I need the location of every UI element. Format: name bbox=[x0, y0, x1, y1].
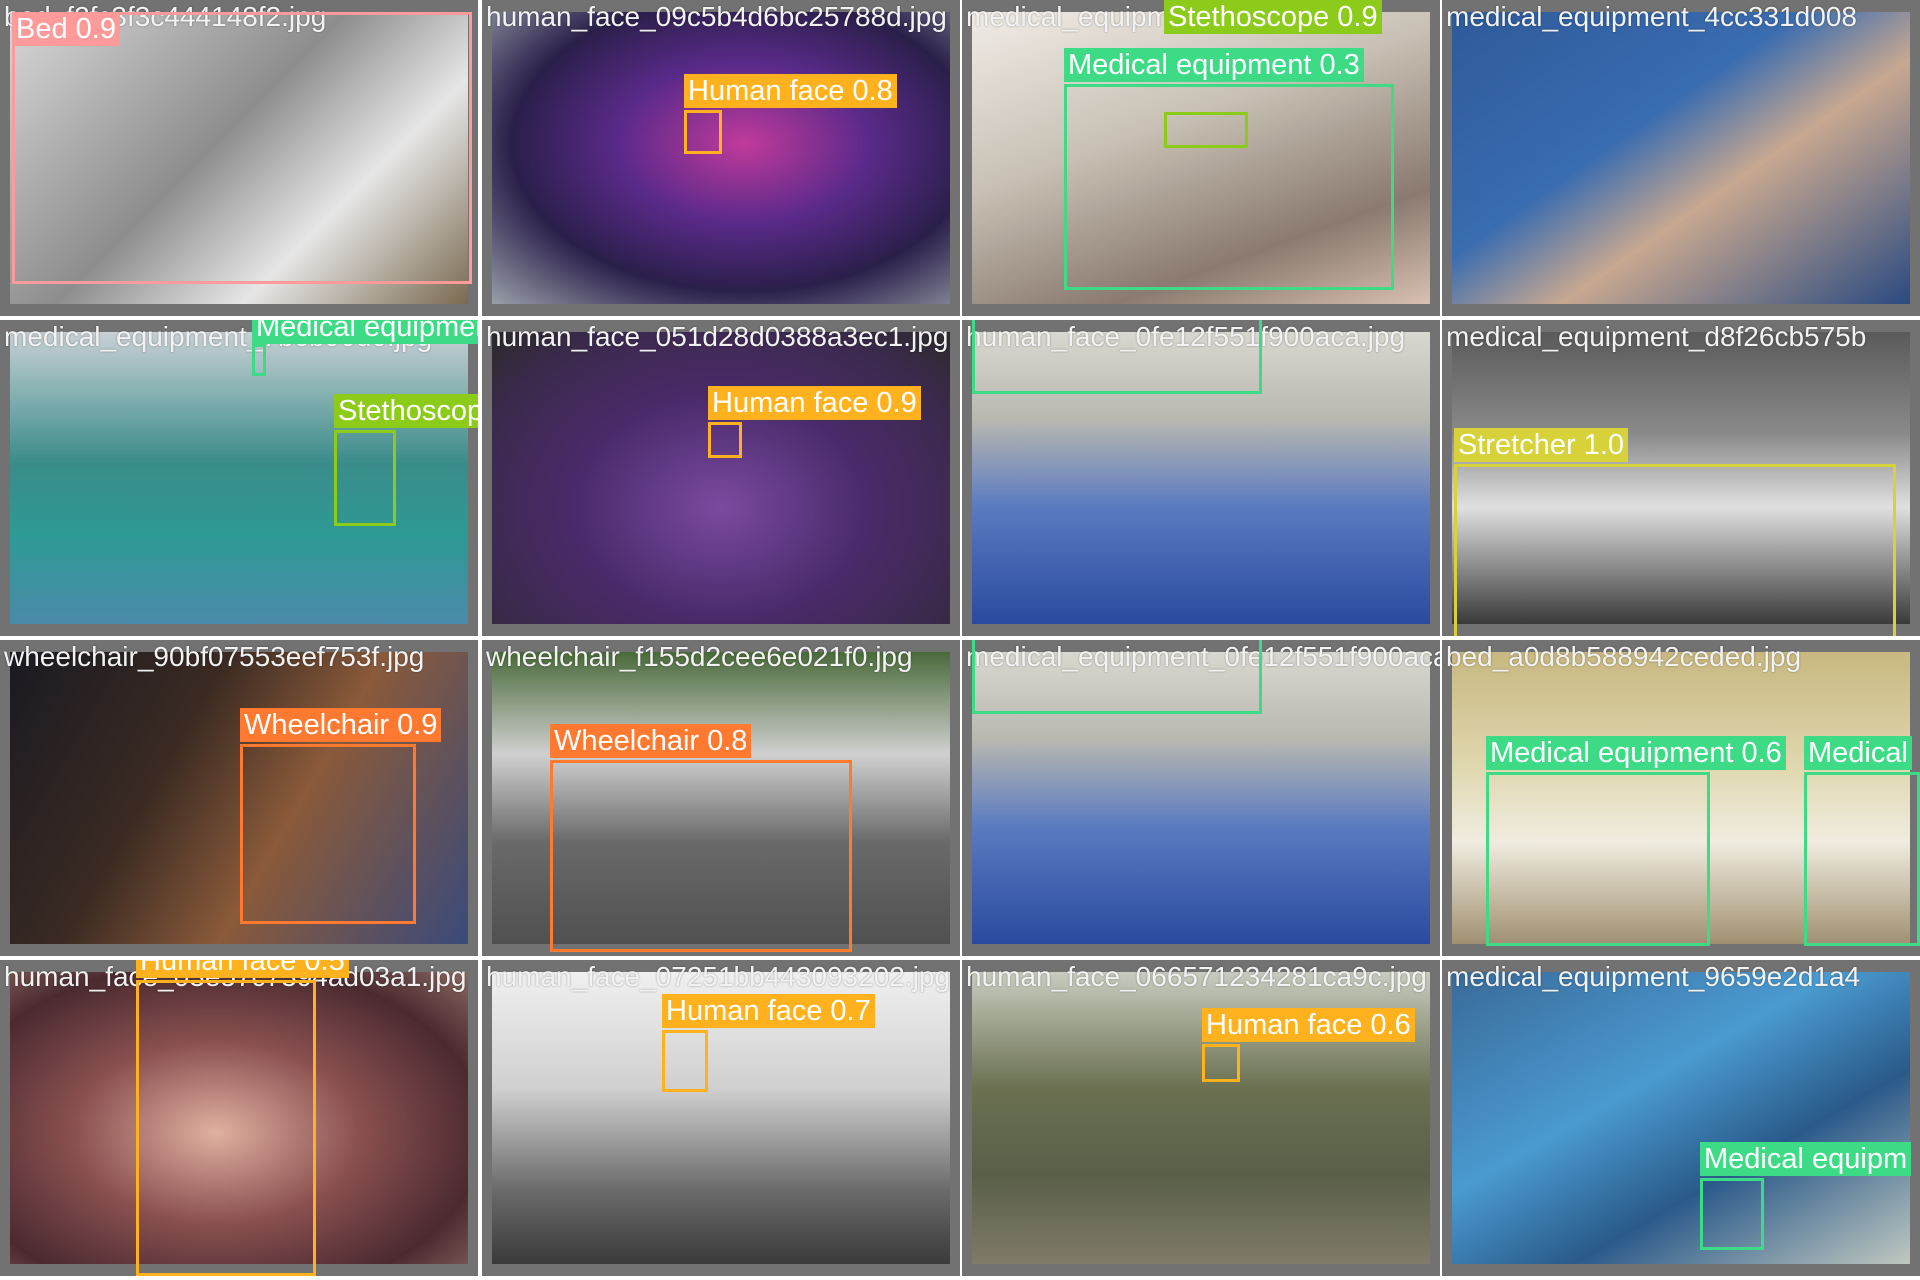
image-tile: medical_equipment_cf7a85d.jpgStethoscope… bbox=[962, 0, 1440, 316]
bounding-box bbox=[1064, 84, 1394, 290]
tile-filename: medical_equipment_9659e2d1a4 bbox=[1446, 961, 1861, 992]
bounding-box bbox=[334, 430, 396, 526]
image-tile: human_face_066571234281ca9c.jpg Human fac… bbox=[962, 960, 1440, 1276]
bounding-box bbox=[240, 744, 416, 924]
image-tile: human_face_0fe12f551f900aca.jpgMedical e… bbox=[962, 320, 1440, 636]
tile-photo bbox=[492, 12, 950, 304]
bounding-box bbox=[662, 1030, 708, 1092]
image-tile: bed_a0d8b588942ceded.jpg Medical equipmen… bbox=[1442, 640, 1920, 956]
image-tile: human_face_051d28d0388a3ec1.jpg Human fac… bbox=[482, 320, 960, 636]
tile-photo bbox=[492, 332, 950, 624]
detection-label: Medical equipm bbox=[1700, 1142, 1912, 1176]
image-tile: wheelchair_90bf07553eef753f.jpg Wheelchai… bbox=[0, 640, 478, 956]
bounding-box bbox=[550, 760, 852, 952]
image-tile: medical_equipment_d8f26cb575b Stretcher 1… bbox=[1442, 320, 1920, 636]
bounding-box bbox=[252, 344, 266, 376]
image-tile: medical_equipment_4cc331d008 bbox=[1442, 0, 1920, 316]
tile-filename: wheelchair_f155d2cee6e021f0.jpg bbox=[486, 641, 913, 672]
tile-photo bbox=[1452, 12, 1910, 304]
bounding-box bbox=[684, 110, 722, 154]
tile-filename: medical_equipment_4cc331d008 bbox=[1446, 1, 1857, 32]
bounding-box bbox=[1202, 1044, 1240, 1082]
bounding-box bbox=[136, 980, 316, 1276]
detection-label: Human face 0.7 bbox=[662, 994, 875, 1028]
bounding-box bbox=[1486, 772, 1710, 946]
detection-label: Medical bbox=[1804, 736, 1912, 770]
image-tile: medical_equipment_7b6b90d0.jpg Medical eq… bbox=[0, 320, 478, 636]
detection-label: Human face 0.8 bbox=[684, 74, 897, 108]
detection-label: Human face 0.9 bbox=[708, 386, 921, 420]
detection-label: Human face 0.5 bbox=[136, 960, 349, 978]
image-tile: human_face_09c5b4d6bc25788d.jpg Human fac… bbox=[482, 0, 960, 316]
detection-label: Wheelchair 0.9 bbox=[240, 708, 442, 742]
detection-label: Wheelchair 0.8 bbox=[550, 724, 752, 758]
bounding-box bbox=[708, 422, 742, 458]
tile-filename: wheelchair_90bf07553eef753f.jpg bbox=[4, 641, 425, 672]
detection-label: Stethoscope 0.9 bbox=[334, 394, 478, 428]
detection-label: Stretcher 1.0 bbox=[1454, 428, 1629, 462]
image-tile: wheelchair_f155d2cee6e021f0.jpg Wheelchai… bbox=[482, 640, 960, 956]
bounding-box bbox=[972, 320, 1262, 394]
detection-label: Human face 0.6 bbox=[1202, 1008, 1415, 1042]
image-tile: human_face_07251bb443093202.jpg Human fac… bbox=[482, 960, 960, 1276]
tile-filename: human_face_051d28d0388a3ec1.jpg bbox=[486, 321, 949, 352]
bounding-box bbox=[12, 12, 472, 284]
detection-label: Medical equipment 0.8 bbox=[252, 320, 478, 344]
detection-grid: bed_f2fc3f3c444148f2.jpg Bed 0.9 human_fac… bbox=[0, 0, 1920, 1280]
tile-filename: human_face_066571234281ca9c.jpg bbox=[966, 961, 1427, 992]
tile-filename: medical_equipment_d8f26cb575b bbox=[1446, 321, 1867, 352]
image-tile: medical_equipment_0fe12f551f900aca.jpgMe… bbox=[962, 640, 1440, 956]
detection-label: Medical equipment 0.6 bbox=[1486, 736, 1786, 770]
tile-filename: human_face_07251bb443093202.jpg bbox=[486, 961, 950, 992]
detection-label: Stethoscope 0.9 bbox=[1164, 0, 1382, 34]
bounding-box bbox=[1454, 464, 1896, 636]
bounding-box bbox=[972, 640, 1262, 714]
detection-label: Medical equipment 0.3 bbox=[1064, 48, 1364, 82]
image-tile: medical_equipment_9659e2d1a4 Medical equi… bbox=[1442, 960, 1920, 1276]
detection-label: Bed 0.9 bbox=[12, 12, 120, 46]
bounding-box bbox=[1700, 1178, 1764, 1250]
tile-filename: human_face_09c5b4d6bc25788d.jpg bbox=[486, 1, 947, 32]
tile-photo bbox=[10, 332, 468, 624]
tile-filename: bed_a0d8b588942ceded.jpg bbox=[1446, 641, 1802, 672]
bounding-box bbox=[1804, 772, 1920, 946]
tile-photo bbox=[1452, 972, 1910, 1264]
image-tile: human_face_03e57c7394ad03a1.jpgHuman fac… bbox=[0, 960, 478, 1276]
image-tile: bed_f2fc3f3c444148f2.jpg Bed 0.9 bbox=[0, 0, 478, 316]
